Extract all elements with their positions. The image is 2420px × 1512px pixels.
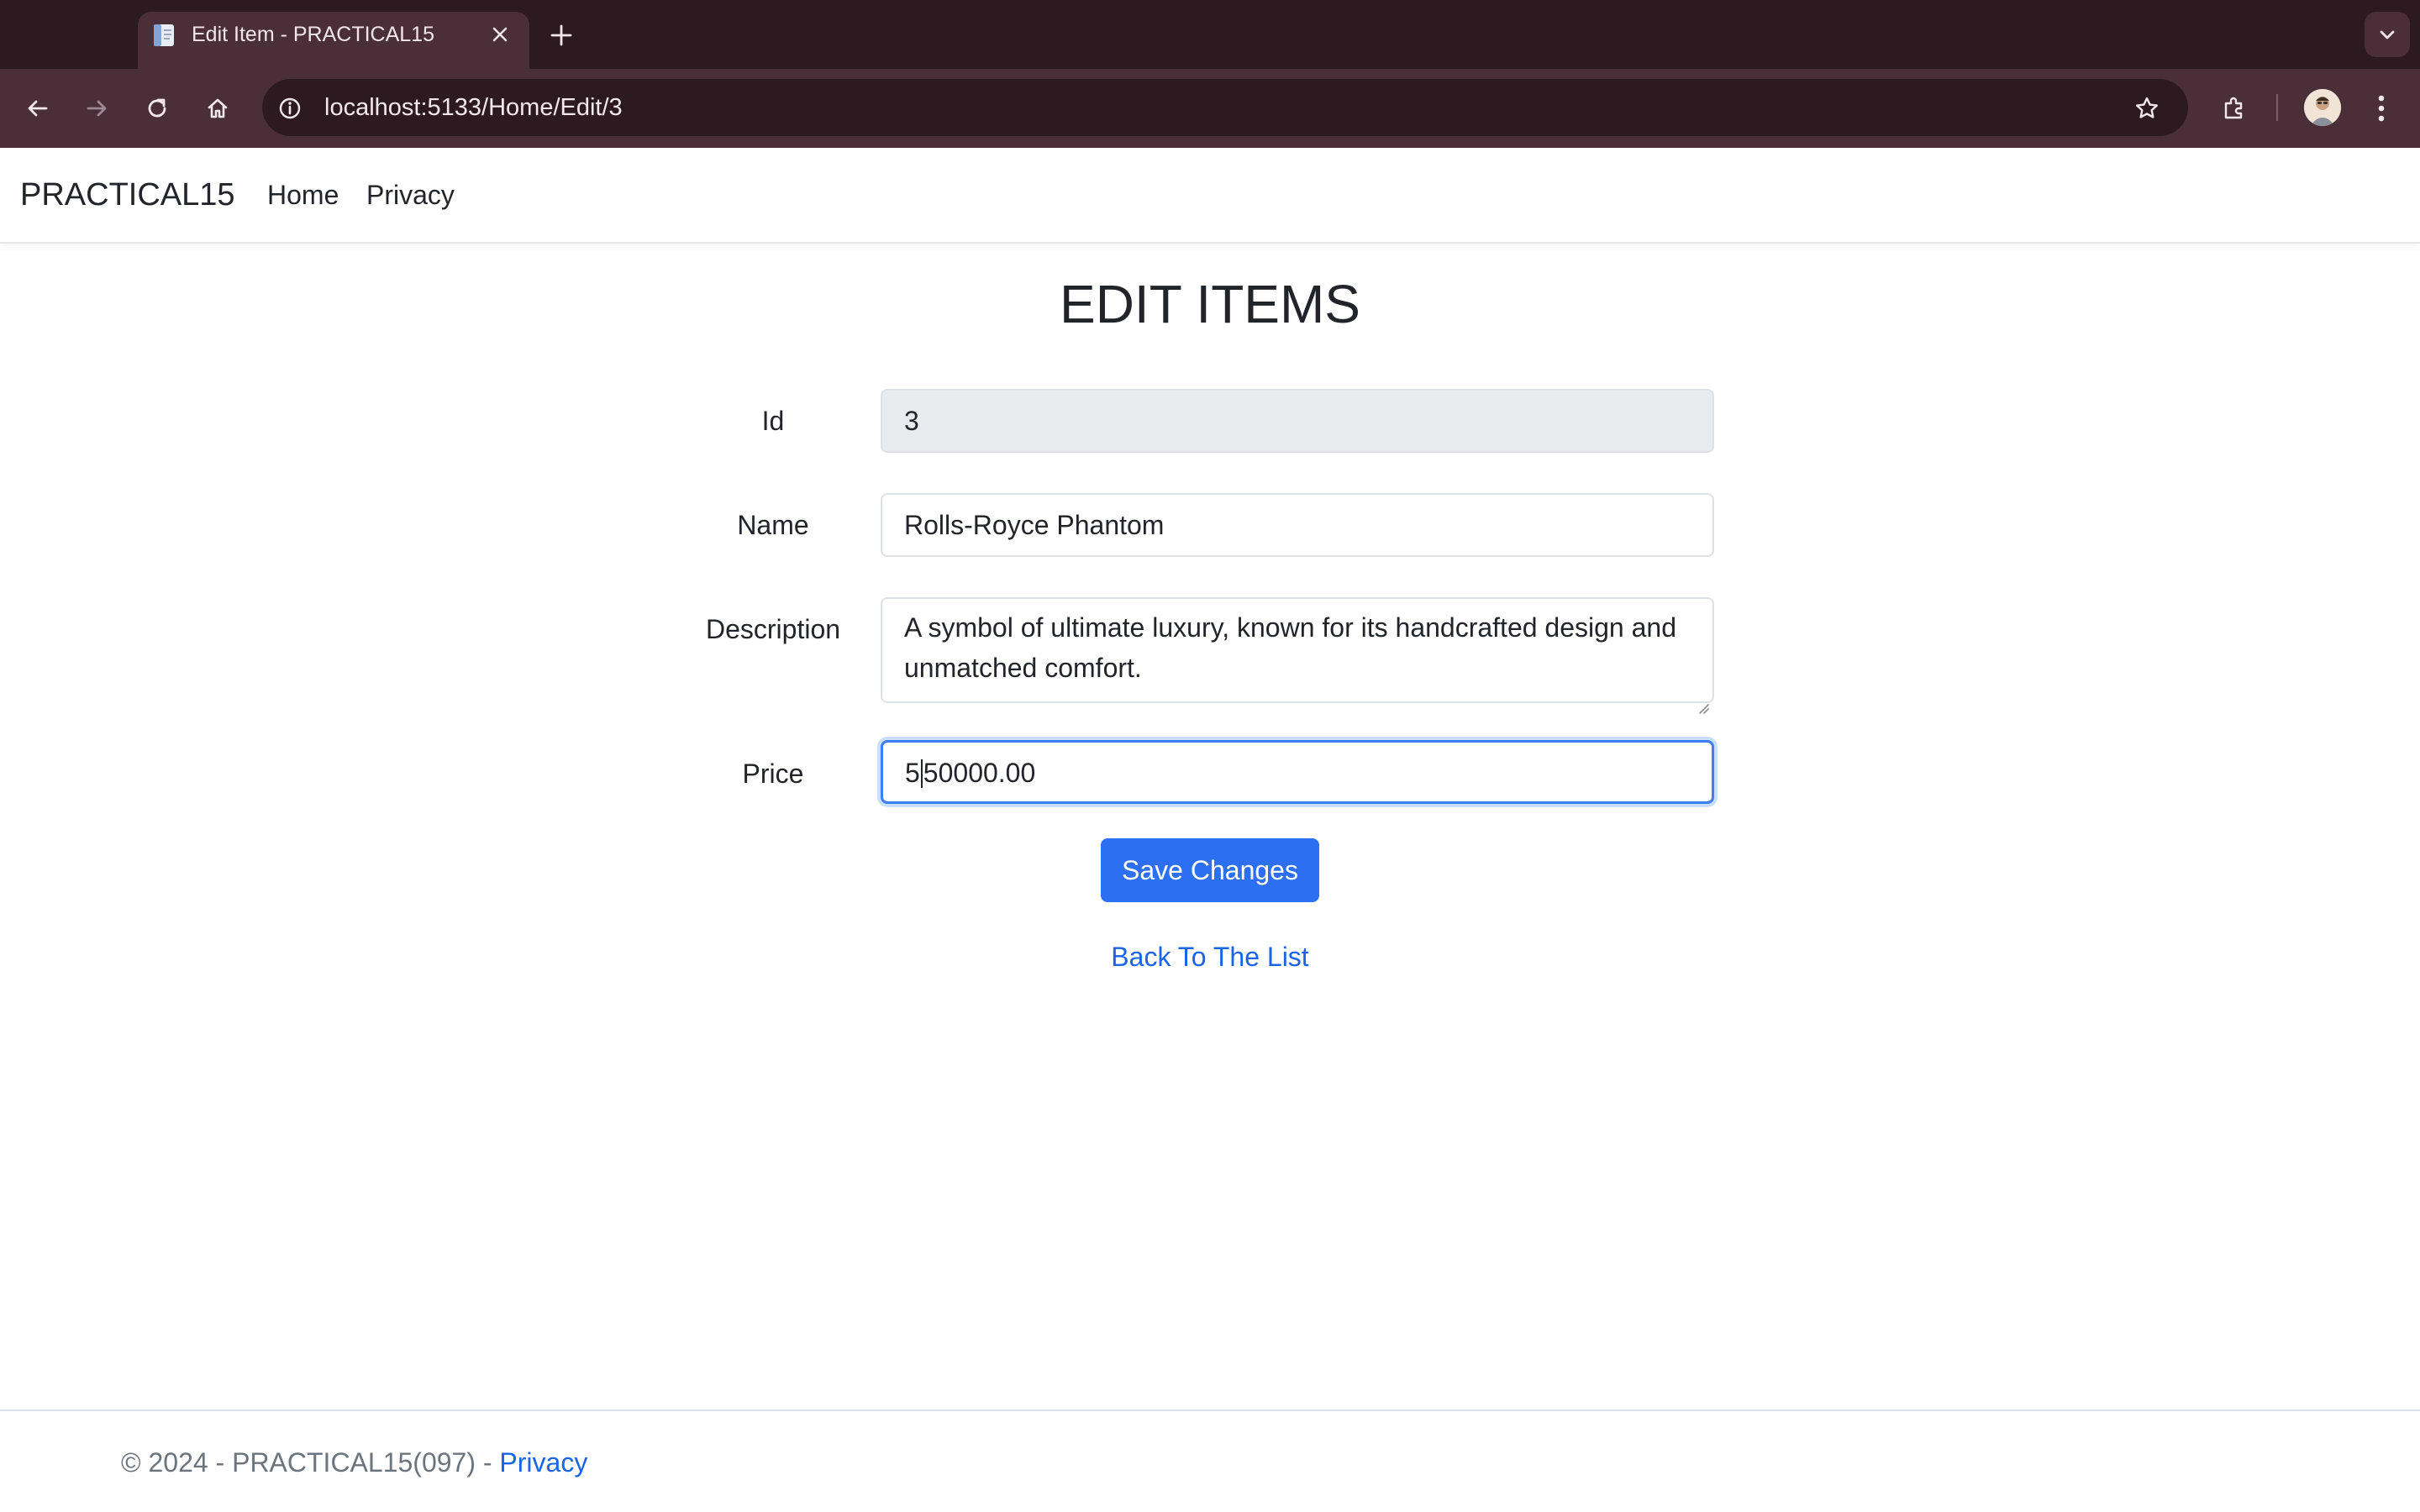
name-label: Name bbox=[737, 510, 809, 540]
home-icon[interactable] bbox=[197, 87, 239, 129]
extensions-puzzle-icon[interactable] bbox=[2213, 87, 2255, 129]
name-value: Rolls-Royce Phantom bbox=[904, 510, 1165, 540]
footer-privacy-link[interactable]: Privacy bbox=[499, 1447, 587, 1478]
description-label: Description bbox=[705, 614, 841, 644]
back-arrow-icon[interactable] bbox=[17, 87, 59, 129]
price-field[interactable]: 5 50000.00 bbox=[881, 740, 1714, 804]
tab-close-icon[interactable] bbox=[486, 20, 514, 49]
bookmark-star-icon[interactable] bbox=[2128, 89, 2166, 128]
name-field[interactable]: Rolls-Royce Phantom bbox=[881, 493, 1714, 557]
site-info-icon[interactable] bbox=[274, 92, 306, 124]
description-textarea[interactable]: A symbol of ultimate luxury, known for i… bbox=[881, 597, 1714, 714]
nav-link-privacy[interactable]: Privacy bbox=[366, 175, 455, 215]
id-label: Id bbox=[761, 406, 785, 436]
text-caret bbox=[920, 759, 923, 788]
description-value: A symbol of ultimate luxury, known for i… bbox=[904, 612, 1676, 683]
browser-menu-kebab-icon[interactable] bbox=[2365, 87, 2398, 129]
back-to-list-link[interactable]: Back To The List bbox=[1042, 937, 1378, 976]
forward-arrow-icon[interactable] bbox=[76, 87, 118, 129]
tab-search-chevron-down-icon[interactable] bbox=[2365, 12, 2410, 57]
document-favicon-icon bbox=[151, 23, 176, 48]
footer-copyright: © 2024 - PRACTICAL15(097) - bbox=[121, 1447, 500, 1478]
app-navbar bbox=[0, 148, 2420, 244]
price-label: Price bbox=[742, 759, 804, 789]
footer-text: © 2024 - PRACTICAL15(097) - Privacy bbox=[121, 1443, 587, 1482]
navbar-brand[interactable]: PRACTICAL15 bbox=[20, 173, 235, 217]
save-changes-button[interactable]: Save Changes bbox=[1101, 838, 1319, 902]
price-value-rest: 50000.00 bbox=[923, 758, 1036, 788]
textarea-resize-grip-icon[interactable] bbox=[1696, 685, 1709, 714]
id-field[interactable]: 3 bbox=[881, 389, 1714, 453]
reload-icon[interactable] bbox=[136, 87, 178, 129]
price-value-start: 5 bbox=[905, 758, 920, 788]
profile-avatar[interactable] bbox=[2304, 89, 2341, 126]
nav-link-home[interactable]: Home bbox=[267, 175, 339, 215]
page-title: EDIT ITEMS bbox=[1060, 274, 1360, 334]
browser-tab-title: Edit Item - PRACTICAL15 bbox=[192, 23, 434, 46]
id-value: 3 bbox=[904, 406, 919, 436]
new-tab-plus-icon[interactable] bbox=[544, 18, 578, 52]
url-text[interactable]: localhost:5133/Home/Edit/3 bbox=[324, 91, 623, 124]
toolbar-divider bbox=[2276, 94, 2278, 121]
